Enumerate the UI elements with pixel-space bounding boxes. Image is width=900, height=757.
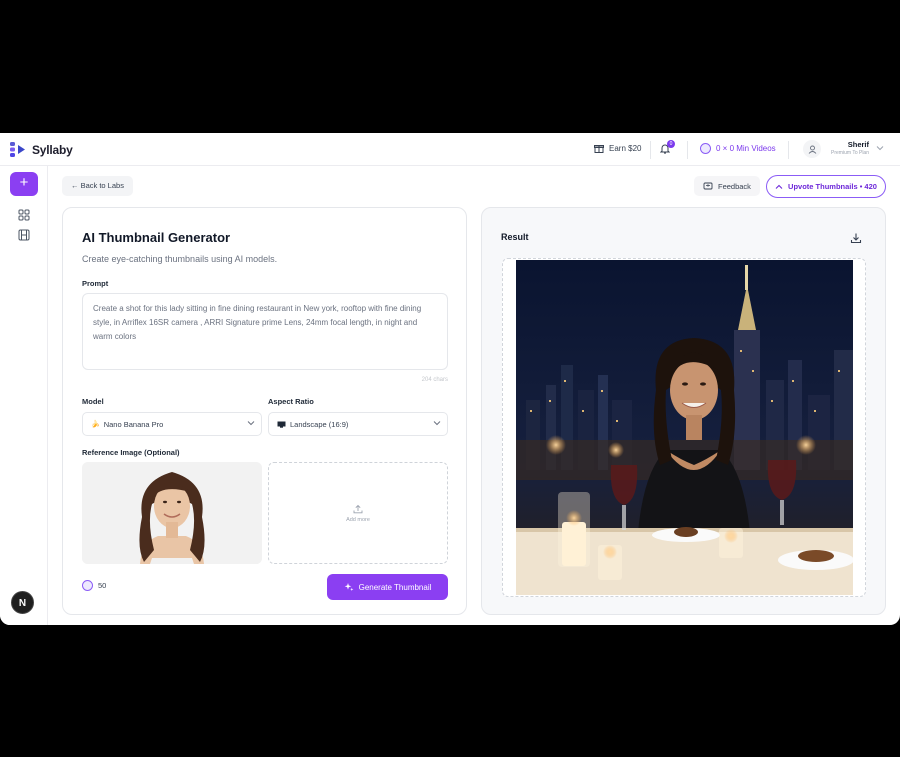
coin-icon (700, 143, 711, 154)
user-plan: Premium To Plan (831, 150, 869, 156)
feedback-button[interactable]: Feedback (694, 176, 760, 196)
left-rail: + N (0, 166, 48, 625)
divider (687, 141, 688, 159)
create-button[interactable]: + (10, 172, 38, 196)
gift-icon (594, 145, 604, 153)
syllaby-logo-icon (10, 142, 25, 157)
page-title: AI Thumbnail Generator (82, 230, 231, 245)
earn-label: Earn $20 (609, 143, 642, 153)
chevron-up-icon (775, 184, 783, 189)
upvote-label: Upvote Thumbnails • 420 (788, 182, 877, 191)
videos-label: 0 × 0 Min Videos (716, 144, 776, 153)
app-window: Syllaby Earn $20 0 0 × 0 Min Videos Sher… (0, 133, 900, 625)
result-title: Result (501, 232, 529, 242)
model-select[interactable]: 🍌 Nano Banana Pro (82, 412, 262, 436)
coin-icon (82, 580, 93, 591)
account-avatar[interactable]: N (11, 591, 34, 614)
feedback-label: Feedback (718, 181, 751, 191)
reference-image[interactable] (82, 462, 262, 564)
earn-link[interactable]: Earn $20 (594, 143, 641, 153)
generated-thumbnail[interactable] (516, 260, 853, 595)
add-more-label: Add more (346, 516, 370, 523)
result-frame (502, 258, 866, 597)
logo[interactable]: Syllaby (10, 141, 73, 158)
credits-cost: 50 (82, 580, 106, 591)
user-icon (808, 145, 816, 154)
user-avatar[interactable] (803, 140, 821, 158)
divider (788, 141, 789, 159)
monitor-icon (277, 421, 286, 428)
generated-image (516, 260, 853, 595)
generate-label: Generate Thumbnail (358, 582, 432, 592)
top-bar: Syllaby Earn $20 0 0 × 0 Min Videos Sher… (0, 133, 900, 166)
chevron-down-icon[interactable] (876, 145, 884, 151)
generate-thumbnail-button[interactable]: Generate Thumbnail (327, 574, 448, 600)
message-icon (703, 182, 713, 189)
banana-icon: 🍌 (91, 421, 100, 428)
page-subtitle: Create eye-catching thumbnails using AI … (82, 254, 278, 264)
plus-icon: + (19, 174, 29, 191)
reference-portrait (82, 462, 262, 564)
add-reference-button[interactable]: Add more (268, 462, 448, 564)
prompt-label: Prompt (82, 279, 109, 288)
app-name: Syllaby (32, 142, 73, 157)
videos-credits[interactable]: 0 × 0 Min Videos (700, 143, 776, 154)
reference-image-label: Reference Image (Optional) (82, 448, 180, 457)
download-icon[interactable] (850, 232, 862, 244)
prompt-textarea[interactable]: Create a shot for this lady sitting in f… (82, 293, 448, 370)
grid-icon[interactable] (18, 209, 30, 221)
aspect-ratio-label: Aspect Ratio (268, 397, 314, 406)
aspect-ratio-select[interactable]: Landscape (16:9) (268, 412, 448, 436)
film-icon[interactable] (18, 229, 30, 241)
user-name[interactable]: Sherif (826, 140, 869, 149)
upload-icon (353, 504, 363, 513)
char-count: 204 chars (421, 377, 448, 383)
model-value: Nano Banana Pro (103, 419, 164, 429)
credits-value: 50 (98, 581, 107, 590)
chevron-down-icon (247, 421, 255, 426)
sparkle-icon (344, 583, 353, 591)
model-label: Model (82, 397, 104, 406)
upvote-thumbnails-button[interactable]: Upvote Thumbnails • 420 (766, 175, 886, 198)
chevron-down-icon (433, 421, 441, 426)
back-to-labs-button[interactable]: ← Back to Labs (62, 176, 133, 196)
aspect-ratio-value: Landscape (16:9) (290, 419, 349, 429)
divider (650, 141, 651, 159)
notifications-button[interactable]: 0 (659, 140, 675, 154)
result-card: Result (481, 207, 886, 615)
notification-badge: 0 (667, 140, 675, 148)
generator-card: AI Thumbnail Generator Create eye-catchi… (62, 207, 467, 615)
